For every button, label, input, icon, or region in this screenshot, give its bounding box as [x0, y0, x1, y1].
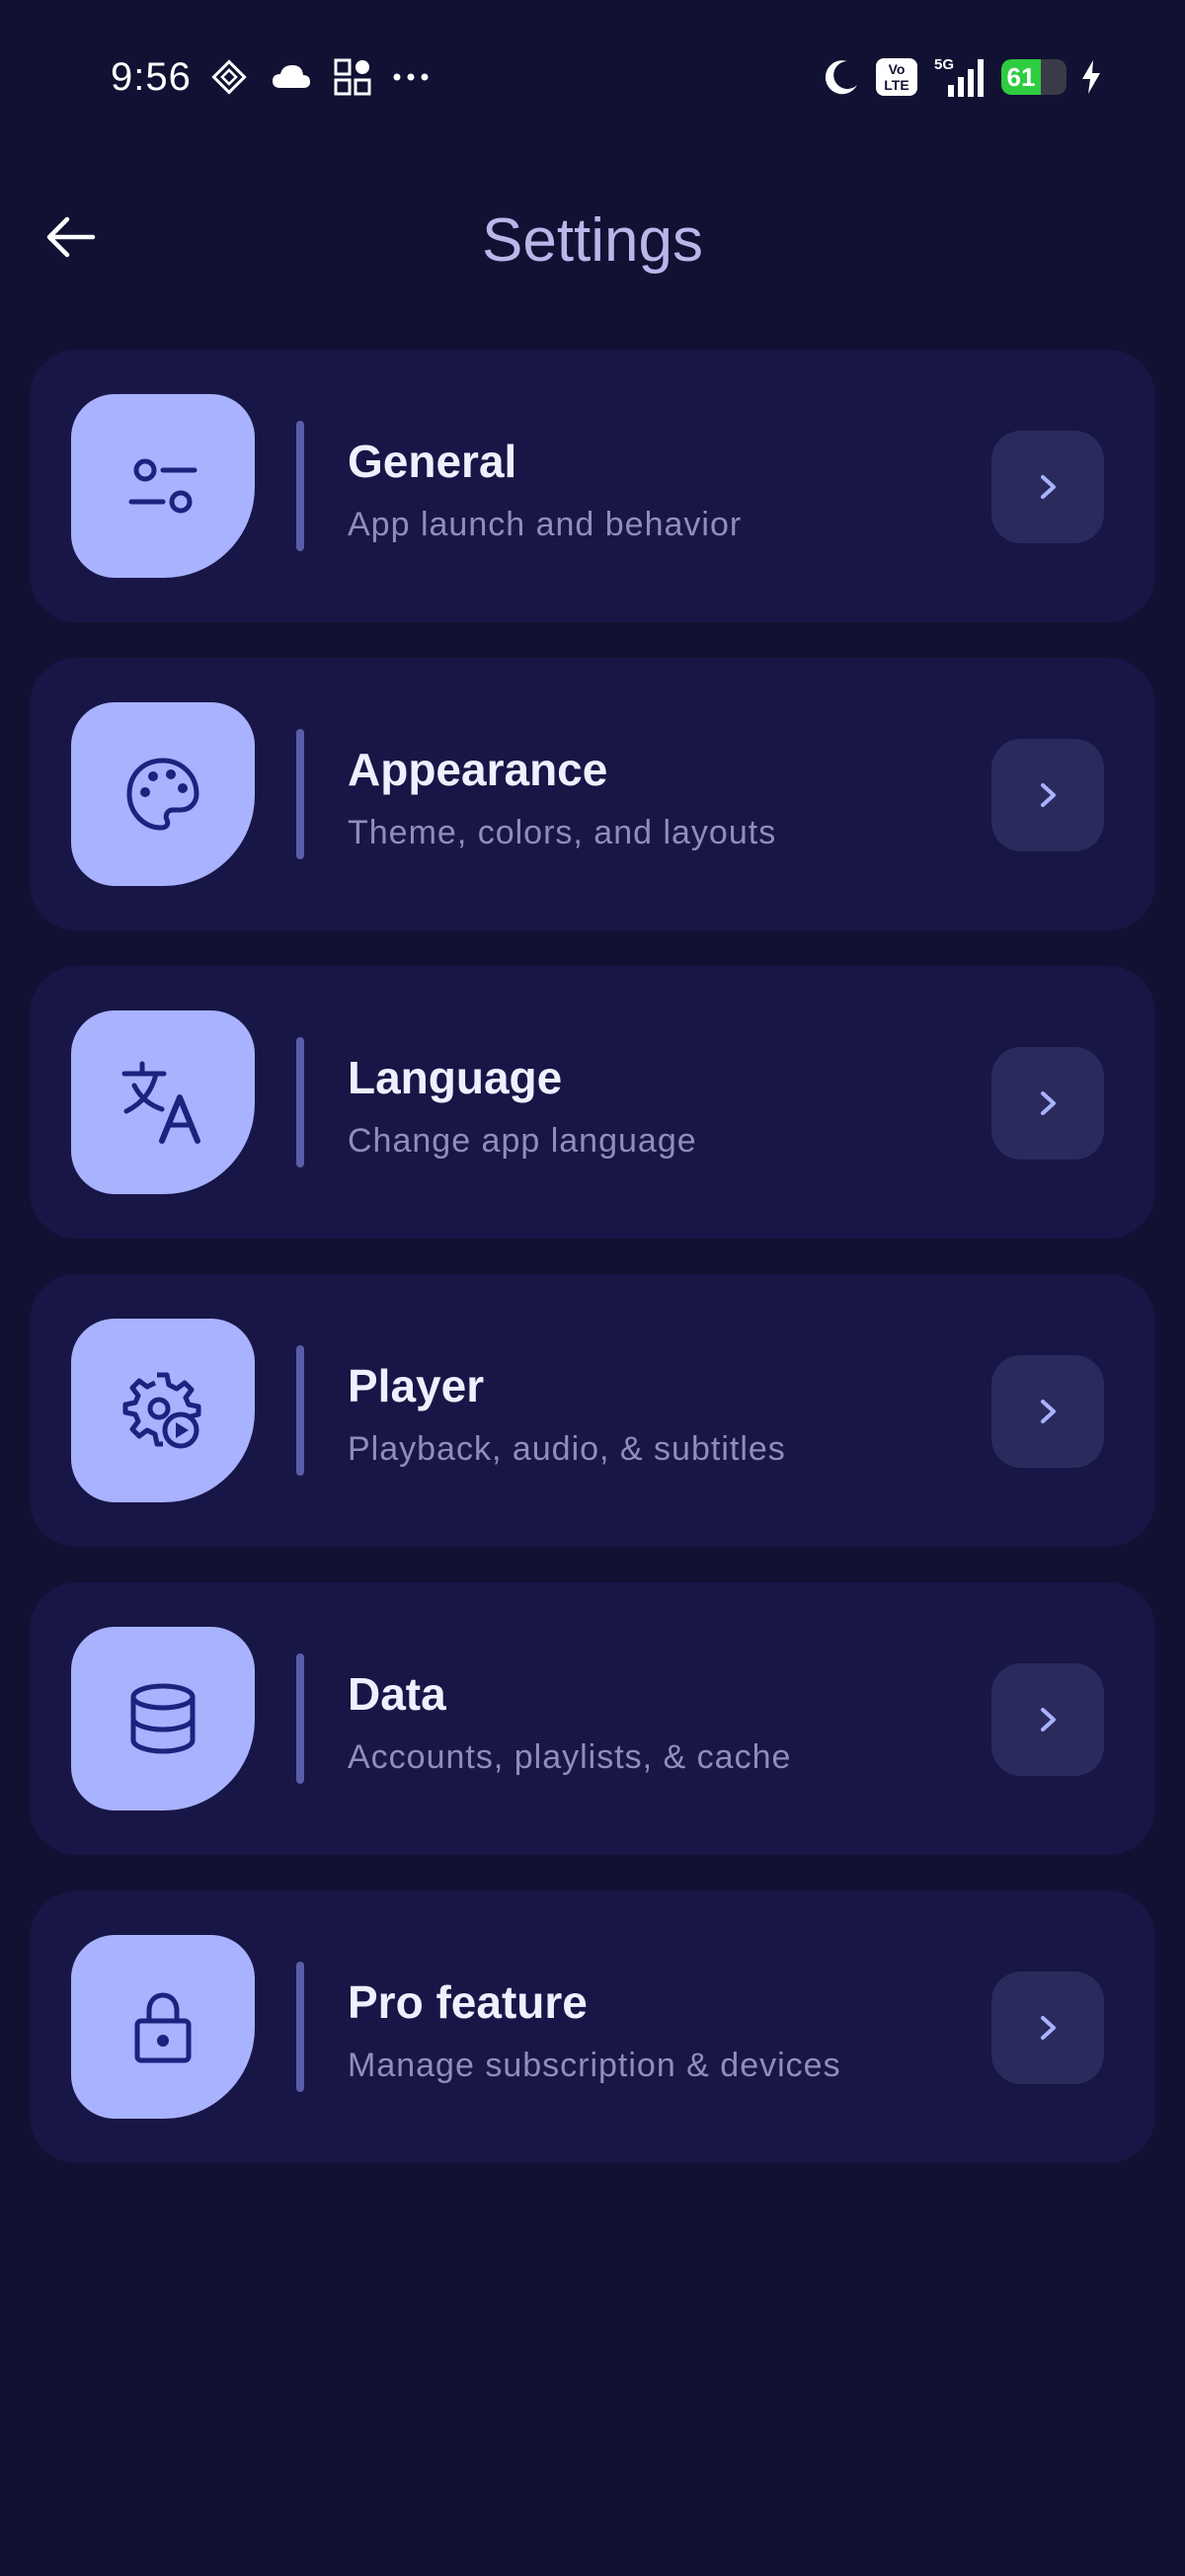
icon-tile — [71, 1627, 255, 1811]
setting-subtitle: Accounts, playlists, & cache — [348, 1738, 792, 1776]
divider — [296, 729, 304, 859]
setting-general[interactable]: General App launch and behavior — [30, 350, 1155, 622]
signal-5g-icon: 5G — [932, 55, 988, 99]
svg-text:LTE: LTE — [884, 77, 908, 93]
app-header: Settings — [0, 178, 1185, 296]
battery-indicator: 61 — [1001, 59, 1066, 95]
battery-level: 61 — [1006, 62, 1036, 92]
palette-icon — [126, 758, 199, 831]
open-pro-feature-button[interactable] — [991, 1972, 1104, 2084]
icon-tile — [71, 702, 255, 886]
setting-appearance[interactable]: Appearance Theme, colors, and layouts — [30, 658, 1155, 930]
diamond-app-icon — [209, 57, 249, 97]
open-appearance-button[interactable] — [991, 739, 1104, 851]
setting-subtitle: Playback, audio, & subtitles — [348, 1430, 786, 1468]
status-left-icons — [209, 57, 429, 97]
icon-tile — [71, 1935, 255, 2119]
chevron-right-icon — [1041, 1708, 1056, 1731]
setting-title: Appearance — [348, 744, 608, 795]
setting-title: Pro feature — [348, 1976, 588, 2028]
page-title: Settings — [481, 206, 704, 275]
divider — [296, 1653, 304, 1784]
translate-icon — [121, 1061, 200, 1144]
chevron-right-icon — [1041, 1400, 1056, 1423]
sliders-icon — [128, 458, 198, 514]
setting-title: General — [348, 436, 517, 487]
gear-play-icon — [122, 1372, 201, 1449]
status-bar: 9:56 Vo LTE 5G 61 — [0, 0, 1185, 158]
svg-text:Vo: Vo — [889, 61, 906, 77]
lock-icon — [134, 1992, 192, 2063]
open-data-button[interactable] — [991, 1663, 1104, 1776]
setting-pro-feature[interactable]: Pro feature Manage subscription & device… — [30, 1891, 1155, 2163]
status-right-icons: Vo LTE 5G 61 — [822, 55, 1102, 99]
divider — [296, 1037, 304, 1167]
status-time: 9:56 — [111, 55, 192, 99]
chevron-right-icon — [1041, 1091, 1056, 1115]
setting-subtitle: Change app language — [348, 1122, 697, 1160]
open-player-button[interactable] — [991, 1355, 1104, 1468]
divider — [296, 1962, 304, 2092]
charging-bolt-icon — [1080, 59, 1102, 95]
svg-text:5G: 5G — [934, 56, 954, 73]
setting-title: Data — [348, 1668, 446, 1720]
setting-player[interactable]: Player Playback, audio, & subtitles — [30, 1274, 1155, 1547]
setting-subtitle: Theme, colors, and layouts — [348, 814, 777, 851]
chevron-right-icon — [1041, 2016, 1056, 2040]
open-general-button[interactable] — [991, 431, 1104, 543]
volte-icon: Vo LTE — [875, 57, 918, 97]
database-icon — [130, 1683, 196, 1754]
open-language-button[interactable] — [991, 1047, 1104, 1160]
apps-grid-icon — [334, 58, 371, 96]
setting-subtitle: App launch and behavior — [348, 506, 743, 543]
icon-tile — [71, 1319, 255, 1502]
chevron-right-icon — [1041, 475, 1056, 499]
setting-title: Language — [348, 1052, 563, 1103]
setting-data[interactable]: Data Accounts, playlists, & cache — [30, 1582, 1155, 1855]
divider — [296, 1345, 304, 1476]
settings-list: General App launch and behavior Appearan… — [30, 350, 1155, 2199]
setting-subtitle: Manage subscription & devices — [348, 2047, 841, 2084]
cloud-icon — [271, 62, 312, 92]
divider — [296, 421, 304, 551]
icon-tile — [71, 1010, 255, 1194]
chevron-right-icon — [1041, 783, 1056, 807]
moon-icon — [822, 57, 861, 97]
setting-language[interactable]: Language Change app language — [30, 966, 1155, 1239]
setting-title: Player — [348, 1360, 485, 1411]
more-dots-icon — [393, 72, 429, 82]
icon-tile — [71, 394, 255, 578]
